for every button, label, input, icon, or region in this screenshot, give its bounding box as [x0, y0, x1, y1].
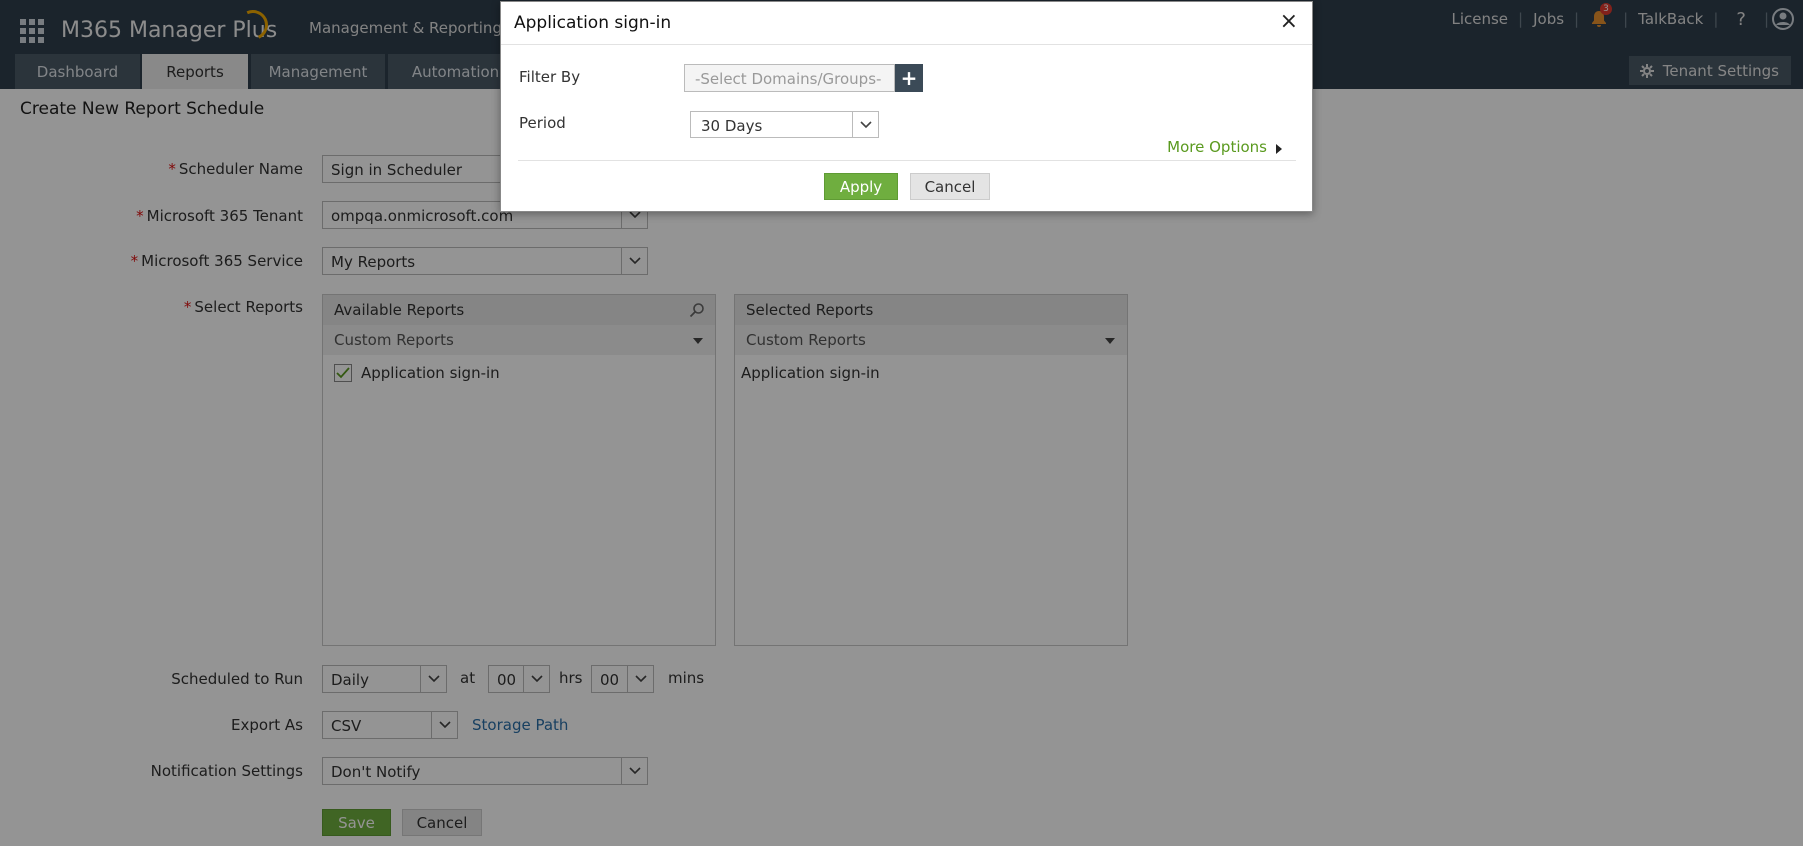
dialog-title: Application sign-in — [514, 13, 672, 33]
close-icon[interactable]: × — [1280, 11, 1298, 33]
divider — [501, 44, 1312, 45]
divider — [518, 160, 1296, 161]
caret-right-icon[interactable] — [1276, 144, 1282, 154]
add-icon[interactable]: + — [895, 64, 923, 92]
filter-dialog: Application sign-in × Filter By -Select … — [500, 1, 1313, 212]
filter-by-label: Filter By — [519, 68, 581, 86]
apply-button[interactable]: Apply — [824, 173, 898, 200]
period-select[interactable]: 30 Days — [690, 111, 879, 138]
chevron-down-icon — [852, 112, 878, 137]
domains-groups-input[interactable]: -Select Domains/Groups- — [684, 64, 895, 92]
period-label: Period — [519, 114, 566, 132]
period-select-value: 30 Days — [701, 117, 763, 135]
more-options-link[interactable]: More Options — [1167, 138, 1267, 156]
dialog-cancel-button[interactable]: Cancel — [910, 173, 990, 200]
